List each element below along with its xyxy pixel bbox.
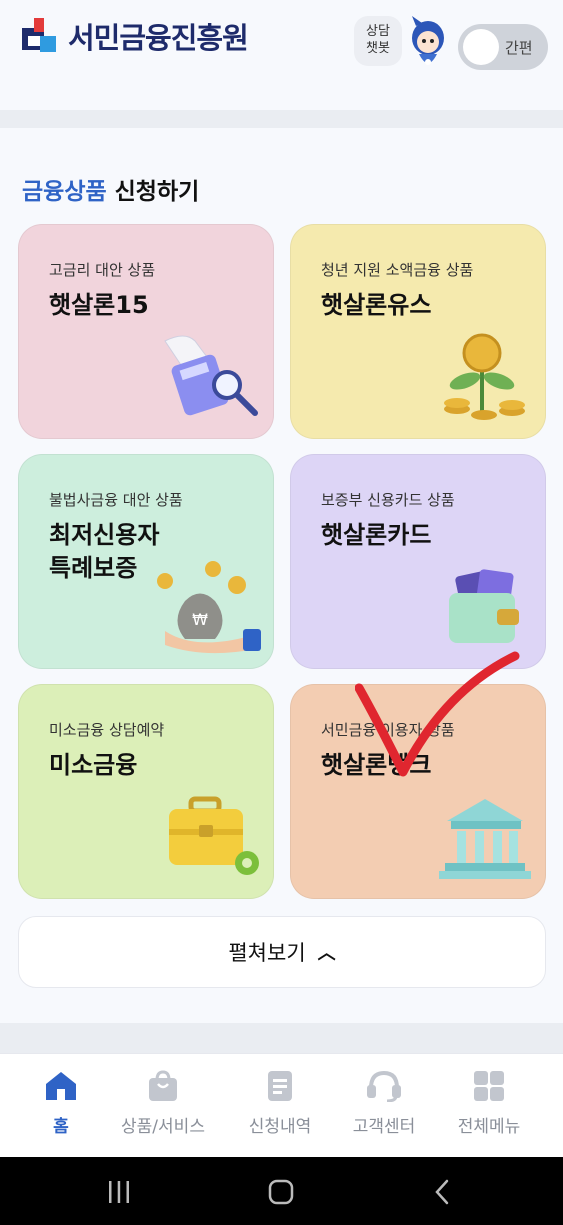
- product-card-microfinance[interactable]: 미소금융 상담예약 미소금융: [18, 684, 274, 899]
- card-title: 햇살론15: [49, 291, 149, 319]
- product-card-lowest-credit[interactable]: 불법사금융 대안 상품 최저신용자 특례보증 ₩: [18, 454, 274, 669]
- recent-apps-icon[interactable]: [104, 1177, 134, 1207]
- product-section: 금융상품 신청하기 고금리 대안 상품 햇살론15 청년 지원 소액금융 상품 …: [0, 128, 563, 1023]
- section-divider-bottom: [0, 1023, 563, 1053]
- home-icon: [46, 1072, 76, 1100]
- nav-products[interactable]: 상품/서비스: [108, 1070, 218, 1137]
- card-title: 미소금융: [49, 751, 138, 779]
- expand-button[interactable]: 펼쳐보기 ︿: [18, 916, 546, 988]
- headset-icon: [367, 1070, 401, 1102]
- card-subtitle: 미소금융 상담예약: [49, 721, 165, 739]
- toggle-knob: [463, 29, 499, 65]
- nav-label: 고객센터: [352, 1117, 416, 1137]
- card-title: 햇살론카드: [321, 521, 432, 549]
- product-card-sunshine-bank[interactable]: 서민금융 이용자 상품 햇살론뱅크: [290, 684, 546, 899]
- wallet-cards-icon: [449, 569, 519, 643]
- card-title: 최저신용자 특례보증: [49, 521, 160, 582]
- card-subtitle: 고금리 대안 상품: [49, 261, 156, 279]
- card-subtitle: 불법사금융 대안 상품: [49, 491, 183, 509]
- card-title: 햇살론유스: [321, 291, 432, 319]
- system-navigation-bar: [0, 1157, 563, 1225]
- home-button-icon[interactable]: [266, 1177, 296, 1207]
- product-card-sunshine-youth[interactable]: 청년 지원 소액금융 상품 햇살론유스: [290, 224, 546, 439]
- nav-home[interactable]: 홈: [6, 1070, 116, 1137]
- bank-building-icon: [439, 799, 531, 879]
- coin-plant-icon: [444, 333, 525, 420]
- back-icon[interactable]: [428, 1177, 458, 1207]
- calculator-magnifier-icon: [164, 335, 258, 416]
- bottom-navigation: 홈 상품/서비스 신청내역 고객센터 전체메뉴: [0, 1053, 563, 1157]
- section-divider: [0, 110, 563, 128]
- section-title-rest: 신청하기: [106, 179, 200, 205]
- simple-mode-toggle[interactable]: 간편: [458, 24, 548, 70]
- chatbot-mascot-icon[interactable]: [404, 14, 452, 72]
- logo-text: 서민금융진흥원: [68, 21, 249, 55]
- shopping-bag-icon: [149, 1070, 177, 1101]
- nav-label: 상품/서비스: [121, 1117, 205, 1137]
- toggle-label: 간편: [505, 39, 533, 57]
- chatbot-button[interactable]: 상담 챗봇: [354, 16, 402, 66]
- card-title: 햇살론뱅크: [321, 751, 432, 779]
- card-subtitle: 청년 지원 소액금융 상품: [321, 261, 474, 279]
- card-subtitle: 보증부 신용카드 상품: [321, 491, 455, 509]
- nav-full-menu[interactable]: 전체메뉴: [434, 1070, 544, 1137]
- money-bag-hand-icon: ₩: [157, 561, 261, 654]
- chevron-up-icon: ︿: [317, 943, 336, 964]
- nav-customer-center[interactable]: 고객센터: [329, 1070, 439, 1137]
- section-title: 금융상품 신청하기: [22, 172, 199, 206]
- svg-text:₩: ₩: [192, 610, 208, 629]
- product-card-sunshine-card[interactable]: 보증부 신용카드 상품 햇살론카드: [290, 454, 546, 669]
- nav-applications[interactable]: 신청내역: [225, 1070, 335, 1137]
- card-subtitle: 서민금융 이용자 상품: [321, 721, 455, 739]
- logo-mark-icon: [22, 18, 56, 52]
- nav-label: 신청내역: [248, 1117, 312, 1137]
- chatbot-label: 상담 챗봇: [366, 24, 390, 56]
- expand-label: 펼쳐보기: [228, 941, 306, 965]
- nav-label: 홈: [53, 1117, 69, 1137]
- logo[interactable]: 서민금융진흥원: [18, 14, 249, 58]
- nav-label: 전체메뉴: [457, 1117, 521, 1137]
- section-title-accent: 금융상품: [22, 179, 107, 205]
- product-card-sunshine15[interactable]: 고금리 대안 상품 햇살론15: [18, 224, 274, 439]
- briefcase-gear-icon: [169, 796, 259, 875]
- grid-menu-icon: [474, 1071, 504, 1101]
- app-header: 서민금융진흥원 상담 챗봇 간편: [0, 0, 563, 110]
- document-icon: [268, 1071, 292, 1101]
